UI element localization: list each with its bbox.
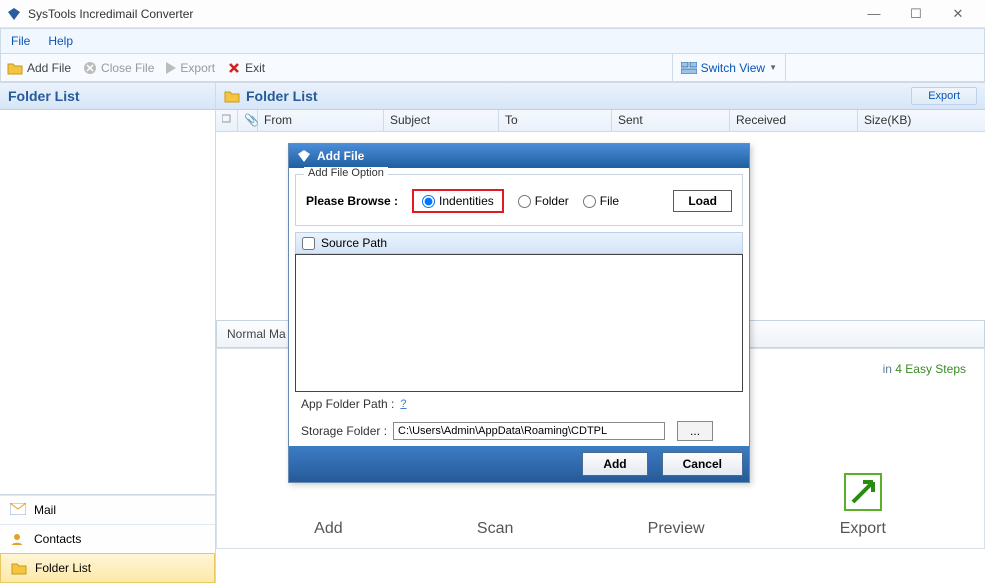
title-bar: SysTools Incredimail Converter — ☐ ✕ bbox=[0, 0, 985, 28]
switch-view-label: Switch View bbox=[701, 61, 765, 75]
folder-add-icon bbox=[7, 61, 23, 75]
switch-view-icon bbox=[681, 62, 697, 74]
export-arrow-icon bbox=[839, 468, 887, 516]
minimize-button[interactable]: — bbox=[853, 1, 895, 27]
sidebar-tree[interactable] bbox=[0, 110, 215, 495]
app-icon bbox=[6, 6, 22, 22]
source-path-list[interactable] bbox=[295, 254, 743, 392]
column-attachment[interactable]: 📎 bbox=[238, 110, 258, 131]
load-button[interactable]: Load bbox=[673, 190, 732, 212]
close-file-label: Close File bbox=[101, 61, 154, 75]
play-icon bbox=[166, 62, 176, 74]
steps-title: in 4 Easy Steps bbox=[883, 353, 966, 379]
sidebar-header: Folder List bbox=[0, 83, 215, 110]
step-export: Export bbox=[839, 468, 887, 538]
dialog-icon bbox=[297, 149, 311, 163]
step-preview: Preview bbox=[648, 520, 705, 538]
column-received[interactable]: Received bbox=[730, 110, 858, 131]
sidebar-item-mail[interactable]: Mail bbox=[0, 495, 215, 524]
close-file-button[interactable]: Close File bbox=[83, 61, 154, 75]
cancel-button[interactable]: Cancel bbox=[662, 452, 743, 476]
source-path-checkbox[interactable] bbox=[302, 237, 315, 250]
dialog-title: Add File bbox=[317, 149, 364, 163]
dialog-title-bar[interactable]: Add File bbox=[289, 144, 749, 168]
step-label: Export bbox=[840, 520, 886, 538]
storage-folder-label: Storage Folder : bbox=[301, 424, 387, 438]
fieldset-legend: Add File Option bbox=[304, 167, 388, 179]
column-checkbox[interactable] bbox=[216, 110, 238, 131]
content-header: Folder List Export bbox=[216, 83, 985, 110]
contacts-icon bbox=[10, 532, 26, 546]
column-sent[interactable]: Sent bbox=[612, 110, 730, 131]
column-headers: 📎 From Subject To Sent Received Size(KB) bbox=[216, 110, 985, 132]
mail-icon bbox=[10, 503, 26, 517]
step-label: Preview bbox=[648, 520, 705, 538]
option-folder[interactable]: Folder bbox=[518, 194, 569, 208]
menu-bar: File Help bbox=[0, 28, 985, 54]
column-from[interactable]: From bbox=[258, 110, 384, 131]
close-button[interactable]: ✕ bbox=[937, 1, 979, 27]
add-file-label: Add File bbox=[27, 61, 71, 75]
sidebar: Folder List Mail Contacts Folder List bbox=[0, 83, 216, 583]
radio-file[interactable] bbox=[583, 195, 596, 208]
menu-file[interactable]: File bbox=[11, 34, 30, 48]
column-to[interactable]: To bbox=[499, 110, 612, 131]
menu-help[interactable]: Help bbox=[48, 34, 73, 48]
radio-identities[interactable] bbox=[422, 195, 435, 208]
option-identities[interactable]: Indentities bbox=[412, 189, 504, 213]
export-button[interactable]: Export bbox=[166, 61, 215, 75]
folder-icon bbox=[224, 89, 240, 103]
sidebar-item-contacts[interactable]: Contacts bbox=[0, 524, 215, 553]
chevron-down-icon: ▼ bbox=[769, 63, 777, 72]
option-label: Folder bbox=[535, 194, 569, 208]
window-title: SysTools Incredimail Converter bbox=[28, 7, 193, 21]
option-label: Indentities bbox=[439, 194, 494, 208]
option-file[interactable]: File bbox=[583, 194, 619, 208]
add-file-dialog: Add File Add File Option Please Browse :… bbox=[288, 143, 750, 483]
app-folder-label: App Folder Path : bbox=[301, 397, 394, 411]
attachment-icon: 📎 bbox=[244, 113, 259, 127]
step-add: Add bbox=[314, 520, 342, 538]
add-file-button[interactable]: Add File bbox=[7, 61, 71, 75]
folder-icon bbox=[11, 561, 27, 575]
sidebar-item-label: Mail bbox=[34, 503, 56, 517]
content-title: Folder List bbox=[246, 88, 318, 104]
option-label: File bbox=[600, 194, 619, 208]
sidebar-item-label: Contacts bbox=[34, 532, 81, 546]
close-file-icon bbox=[83, 61, 97, 75]
maximize-button[interactable]: ☐ bbox=[895, 1, 937, 27]
browse-button[interactable]: ... bbox=[677, 421, 713, 441]
column-subject[interactable]: Subject bbox=[384, 110, 499, 131]
sidebar-item-folder-list[interactable]: Folder List bbox=[0, 553, 215, 583]
steps-title-prefix: in bbox=[883, 362, 896, 376]
step-label: Add bbox=[314, 520, 342, 538]
radio-folder[interactable] bbox=[518, 195, 531, 208]
exit-button[interactable]: Exit bbox=[227, 61, 265, 75]
browse-label: Please Browse : bbox=[306, 194, 398, 208]
source-path-header: Source Path bbox=[295, 232, 743, 254]
storage-folder-input[interactable] bbox=[393, 422, 665, 440]
switch-view-button[interactable]: Switch View ▼ bbox=[672, 54, 786, 81]
sidebar-item-label: Folder List bbox=[35, 561, 91, 575]
help-icon[interactable]: ? bbox=[400, 398, 406, 410]
add-button[interactable]: Add bbox=[582, 452, 647, 476]
toolbar: Add File Close File Export Exit Switch V… bbox=[0, 54, 985, 82]
exit-icon bbox=[227, 61, 241, 75]
export-label: Export bbox=[180, 61, 215, 75]
step-scan: Scan bbox=[477, 520, 513, 538]
export-top-button[interactable]: Export bbox=[911, 87, 977, 105]
steps-title-main: 4 Easy Steps bbox=[895, 362, 966, 376]
source-path-label: Source Path bbox=[321, 236, 387, 250]
exit-label: Exit bbox=[245, 61, 265, 75]
step-label: Scan bbox=[477, 520, 513, 538]
column-size[interactable]: Size(KB) bbox=[858, 110, 985, 131]
